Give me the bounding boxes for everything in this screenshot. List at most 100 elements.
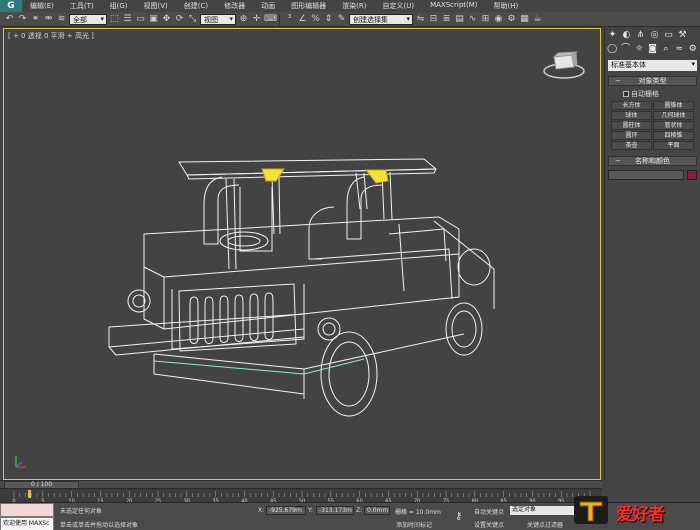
align-icon[interactable]: ⊟ — [428, 14, 439, 25]
object-type-button[interactable]: 圆锥体 — [653, 101, 694, 110]
grid-size: 栅格 = 10.0mm — [395, 509, 441, 516]
x-coord-label: X: — [258, 507, 265, 514]
angle-snap-icon[interactable]: ∠ — [297, 14, 308, 25]
render-setup-icon[interactable]: ⚙ — [506, 14, 517, 25]
menu-item[interactable]: 渲染(R) — [334, 1, 374, 11]
edit-named-sel-icon[interactable]: ✎ — [336, 14, 347, 25]
object-type-button[interactable]: 平面 — [653, 141, 694, 150]
named-selection-select[interactable]: 创建选择集 — [349, 13, 413, 25]
object-type-button[interactable]: 管状体 — [653, 121, 694, 130]
utilities-tab-icon[interactable]: ⚒ — [677, 30, 688, 41]
object-type-button[interactable]: 茶壶 — [611, 141, 652, 150]
hierarchy-tab-icon[interactable]: ⋔ — [635, 30, 646, 41]
key-filters-button[interactable]: 关键点过滤器 — [527, 520, 563, 529]
viewport-label[interactable]: [ + 0 透视 0 平滑 + 高光 ] — [8, 31, 94, 41]
object-type-button[interactable]: 长方体 — [611, 101, 652, 110]
object-type-button[interactable]: 圆环 — [611, 131, 652, 140]
object-category-select[interactable]: 标准基本体 — [608, 59, 697, 71]
keyboard-shortcut-icon[interactable]: ⌨ — [264, 14, 277, 25]
cameras-icon[interactable]: ◙ — [647, 44, 657, 55]
app-logo[interactable]: G — [0, 0, 22, 12]
toolbar-separator — [279, 13, 280, 25]
add-time-tag[interactable]: 添加时间标记 — [396, 520, 432, 529]
autogrid-check-box[interactable] — [623, 91, 629, 97]
shapes-icon[interactable]: ⌒ — [620, 44, 630, 55]
set-key-icon[interactable]: ⚷ — [455, 511, 462, 522]
track-bar[interactable]: 0510152025303540455055606570758085909510… — [0, 488, 602, 503]
object-type-button[interactable]: 四棱锥 — [653, 131, 694, 140]
rect-selection-icon[interactable]: ▭ — [135, 14, 146, 25]
systems-icon[interactable]: ⚙ — [688, 44, 698, 55]
material-editor-icon[interactable]: ◉ — [493, 14, 504, 25]
pivot-icon[interactable]: ⊕ — [238, 14, 249, 25]
viewcube-icon[interactable] — [542, 49, 586, 81]
helpers-icon[interactable]: ⌕ — [661, 44, 671, 55]
z-coord-field[interactable]: 0.0mm — [364, 506, 390, 515]
maxscript-listener-input[interactable] — [0, 503, 54, 517]
menu-item[interactable]: 帮助(H) — [486, 1, 527, 11]
menu-item[interactable]: MAXScript(M) — [422, 1, 485, 11]
undo-icon[interactable]: ↶ — [4, 14, 15, 25]
set-key-button[interactable]: 设置关键点 — [474, 520, 504, 529]
name-row — [608, 170, 697, 180]
selection-set-select[interactable]: 选定对象 — [510, 506, 574, 515]
autogrid-checkbox[interactable]: 自动栅格 — [623, 89, 700, 99]
mirror-icon[interactable]: ⇋ — [415, 14, 426, 25]
menu-item[interactable]: 自定义(U) — [374, 1, 422, 11]
menu-item[interactable]: 创建(C) — [176, 1, 216, 11]
select-object-icon[interactable]: ⬚ — [109, 14, 120, 25]
perspective-viewport[interactable]: [ + 0 透视 0 平滑 + 高光 ] — [3, 28, 601, 480]
snap-3d-icon[interactable]: ³ — [284, 14, 295, 25]
layer-icon[interactable]: ≣ — [441, 14, 452, 25]
create-tab-icon[interactable]: ✦ — [607, 30, 618, 41]
geometry-icon[interactable]: ◯ — [607, 44, 617, 55]
schematic-icon[interactable]: ⊞ — [480, 14, 491, 25]
maxscript-output[interactable]: 欢迎使用 MAXSc — [0, 517, 54, 530]
render-icon[interactable]: ☕ — [532, 14, 543, 25]
select-manipulate-icon[interactable]: ✛ — [251, 14, 262, 25]
object-type-button[interactable]: 圆柱体 — [611, 121, 652, 130]
time-slider[interactable]: 0 / 100 — [0, 480, 602, 489]
menu-item[interactable]: 视图(V) — [136, 1, 176, 11]
menu-item[interactable]: 修改器 — [216, 1, 253, 11]
menu-item[interactable]: 组(G) — [102, 1, 136, 11]
object-color-swatch[interactable] — [687, 170, 697, 180]
move-icon[interactable]: ✥ — [161, 14, 172, 25]
menu-item[interactable]: 图形编辑器 — [283, 1, 334, 11]
unlink-icon[interactable]: ⚮ — [43, 14, 54, 25]
axis-gizmo-icon — [15, 456, 26, 468]
ref-coord-select[interactable]: 视图 — [200, 13, 236, 25]
render-frame-icon[interactable]: ▦ — [519, 14, 530, 25]
z-coord-label: Z: — [356, 507, 363, 514]
watermark-logo — [574, 496, 608, 524]
spacewarps-icon[interactable]: ≈ — [674, 44, 684, 55]
object-type-button[interactable]: 球体 — [611, 111, 652, 120]
object-type-button[interactable]: 几何球体 — [653, 111, 694, 120]
display-tab-icon[interactable]: ▭ — [663, 30, 674, 41]
select-by-name-icon[interactable]: ☰ — [122, 14, 133, 25]
spinner-snap-icon[interactable]: ⇕ — [323, 14, 334, 25]
menu-item[interactable]: 工具(T) — [62, 1, 102, 11]
object-type-rollout[interactable]: 对象类型 — [608, 76, 697, 86]
selection-filter-select[interactable]: 全部 — [69, 13, 107, 25]
percent-snap-icon[interactable]: % — [310, 14, 321, 25]
scale-icon[interactable]: ⤡ — [187, 14, 198, 25]
link-icon[interactable]: ⚭ — [30, 14, 41, 25]
rotate-icon[interactable]: ⟳ — [174, 14, 185, 25]
time-cursor[interactable] — [28, 490, 31, 498]
modify-tab-icon[interactable]: ◐ — [621, 30, 632, 41]
motion-tab-icon[interactable]: ◎ — [649, 30, 660, 41]
redo-icon[interactable]: ↷ — [17, 14, 28, 25]
y-coord-field[interactable]: -313.173m — [316, 506, 354, 515]
graphite-icon[interactable]: ▤ — [454, 14, 465, 25]
window-crossing-icon[interactable]: ▣ — [148, 14, 159, 25]
x-coord-field[interactable]: -925.679m — [266, 506, 306, 515]
bind-spacewarp-icon[interactable]: ≋ — [56, 14, 67, 25]
name-color-rollout[interactable]: 名称和颜色 — [608, 156, 697, 166]
curve-editor-icon[interactable]: ∿ — [467, 14, 478, 25]
menu-item[interactable]: 动画 — [253, 1, 283, 11]
lights-icon[interactable]: ☼ — [634, 44, 644, 55]
menu-item[interactable]: 编辑(E) — [22, 1, 62, 11]
auto-key-button[interactable]: 自动关键点 — [474, 507, 504, 516]
object-name-input[interactable] — [608, 170, 684, 180]
